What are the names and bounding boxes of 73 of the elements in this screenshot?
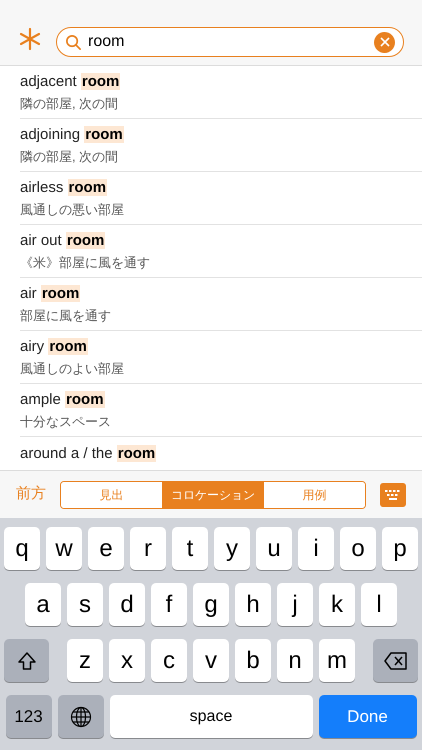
shift-icon — [16, 650, 36, 670]
key[interactable]: q — [4, 527, 40, 570]
highlighted-match: room — [80, 73, 120, 90]
translation-text: 《米》部屋に風を通す — [20, 254, 151, 272]
key[interactable]: l — [361, 583, 397, 626]
collocation-text: airless — [20, 179, 64, 196]
key[interactable]: a — [25, 583, 61, 626]
result-item[interactable]: adjoining room 隣の部屋, 次の間 — [20, 119, 422, 172]
key[interactable]: o — [340, 527, 376, 570]
collocation-text: adjoining — [20, 126, 80, 143]
globe-key[interactable] — [58, 695, 104, 738]
result-item[interactable]: air out room 《米》部屋に風を通す — [20, 225, 422, 278]
collocation-text: airy — [20, 338, 44, 355]
key[interactable]: n — [277, 639, 313, 682]
translation-text: 風通しのよい部屋 — [20, 360, 125, 378]
key[interactable]: u — [256, 527, 292, 570]
search-icon — [65, 34, 82, 50]
highlighted-match: room — [40, 285, 80, 302]
translation-text: 隣の部屋, 次の間 — [20, 148, 120, 166]
collocation-text: air out — [20, 232, 62, 249]
space-key[interactable]: space — [110, 695, 312, 738]
collocation-text: air — [20, 285, 37, 302]
key[interactable]: g — [193, 583, 229, 626]
keyboard-icon — [384, 488, 402, 500]
key[interactable]: j — [277, 583, 313, 626]
key[interactable]: x — [109, 639, 145, 682]
backspace-icon — [384, 652, 408, 670]
shift-key[interactable] — [4, 639, 49, 682]
translation-text: 十分なスペース — [20, 413, 112, 431]
key[interactable]: t — [172, 527, 208, 570]
highlighted-match: room — [84, 126, 124, 143]
key[interactable]: d — [109, 583, 145, 626]
translation-text: 部屋に風を通す — [20, 307, 112, 325]
translation-text: 風通しの悪い部屋 — [20, 201, 125, 219]
collocation-text: ample — [20, 391, 61, 408]
highlighted-match: room — [65, 391, 105, 408]
highlighted-match: room — [48, 338, 88, 355]
search-text: room — [88, 32, 126, 52]
collocation-text: adjacent — [20, 73, 77, 90]
result-item[interactable]: adjacent room 隣の部屋, 次の間 — [20, 66, 422, 119]
key[interactable]: c — [151, 639, 187, 682]
search-field[interactable]: room — [56, 27, 404, 57]
highlighted-match: room — [66, 232, 106, 249]
key[interactable]: y — [214, 527, 250, 570]
result-item[interactable]: airy room 風通しのよい部屋 — [20, 331, 422, 384]
key[interactable]: w — [46, 527, 82, 570]
clear-button[interactable] — [374, 32, 395, 52]
key[interactable]: f — [151, 583, 187, 626]
delete-key[interactable] — [373, 639, 418, 682]
close-icon — [380, 37, 390, 47]
keyboard-button[interactable] — [380, 482, 406, 506]
highlighted-match: room — [116, 445, 156, 462]
translation-text: 隣の部屋, 次の間 — [20, 95, 120, 113]
collocation-text: around a / the — [20, 445, 113, 462]
key[interactable]: v — [193, 639, 229, 682]
globe-icon — [70, 706, 92, 728]
asterisk-icon[interactable] — [18, 27, 42, 51]
key[interactable]: r — [130, 527, 166, 570]
key[interactable]: p — [382, 527, 418, 570]
key[interactable]: i — [298, 527, 334, 570]
key[interactable]: k — [319, 583, 355, 626]
done-key[interactable]: Done — [318, 695, 416, 738]
highlighted-match: room — [68, 179, 108, 196]
result-item[interactable]: airless room 風通しの悪い部屋 — [20, 172, 422, 225]
numbers-key[interactable]: 123 — [6, 695, 52, 738]
key[interactable]: h — [235, 583, 271, 626]
key[interactable]: z — [67, 639, 103, 682]
key[interactable]: b — [235, 639, 271, 682]
key[interactable]: s — [67, 583, 103, 626]
result-item[interactable]: air room 部屋に風を通す — [20, 278, 422, 331]
key[interactable]: m — [319, 639, 355, 682]
key[interactable]: e — [88, 527, 124, 570]
result-item[interactable]: ample room 十分なスペース — [20, 384, 422, 437]
